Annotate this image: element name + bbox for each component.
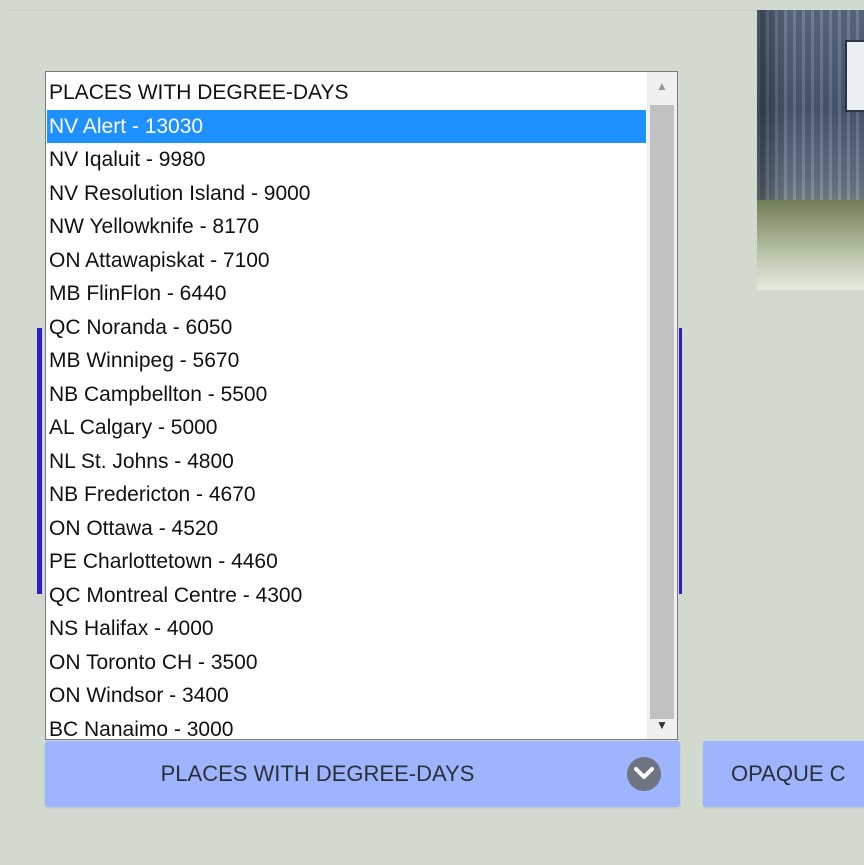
opaque-select-label: OPAQUE C bbox=[731, 761, 846, 786]
list-item[interactable]: PLACES WITH DEGREE-DAYS bbox=[47, 76, 646, 110]
list-item[interactable]: PE Charlottetown - 4460 bbox=[47, 545, 646, 579]
list-item[interactable]: NB Fredericton - 4670 bbox=[47, 478, 646, 512]
list-item[interactable]: ON Ottawa - 4520 bbox=[47, 512, 646, 546]
list-item[interactable]: BC Nanaimo - 3000 bbox=[47, 713, 646, 740]
page: PLACES WITH DEGREE-DAYS NV Alert - 13030… bbox=[0, 0, 864, 865]
container-window bbox=[845, 40, 864, 112]
list-item[interactable]: NV Iqaluit - 9980 bbox=[47, 143, 646, 177]
list-item[interactable]: QC Noranda - 6050 bbox=[47, 311, 646, 345]
accent-line-left bbox=[37, 328, 42, 594]
photo-ground bbox=[757, 200, 864, 290]
list-item[interactable]: NW Yellowknife - 8170 bbox=[47, 210, 646, 244]
scroll-up-arrow-icon[interactable]: ▲ bbox=[647, 72, 677, 100]
list-item[interactable]: NV Resolution Island - 9000 bbox=[47, 177, 646, 211]
list-item[interactable]: NL St. Johns - 4800 bbox=[47, 445, 646, 479]
places-select-button[interactable]: PLACES WITH DEGREE-DAYS bbox=[45, 741, 680, 807]
degree-days-listbox[interactable]: PLACES WITH DEGREE-DAYS NV Alert - 13030… bbox=[45, 71, 678, 740]
list-item[interactable]: AL Calgary - 5000 bbox=[47, 411, 646, 445]
degree-days-list: PLACES WITH DEGREE-DAYS NV Alert - 13030… bbox=[47, 76, 646, 740]
places-select-label: PLACES WITH DEGREE-DAYS bbox=[160, 761, 475, 786]
list-item-selected[interactable]: NV Alert - 13030 bbox=[47, 109, 646, 143]
list-item[interactable]: ON Toronto CH - 3500 bbox=[47, 646, 646, 680]
list-item[interactable]: ON Attawapiskat - 7100 bbox=[47, 244, 646, 278]
list-item[interactable]: NS Halifax - 4000 bbox=[47, 612, 646, 646]
listbox-scrollbar[interactable]: ▲ ▼ bbox=[647, 72, 677, 739]
opaque-select-button[interactable]: OPAQUE C bbox=[703, 741, 864, 807]
list-item[interactable]: NB Campbellton - 5500 bbox=[47, 378, 646, 412]
list-item[interactable]: ON Windsor - 3400 bbox=[47, 679, 646, 713]
scroll-down-arrow-icon[interactable]: ▼ bbox=[647, 711, 677, 739]
list-item[interactable]: MB Winnipeg - 5670 bbox=[47, 344, 646, 378]
chevron-down-icon[interactable] bbox=[627, 757, 661, 791]
accent-line-right bbox=[679, 328, 682, 594]
list-item[interactable]: QC Montreal Centre - 4300 bbox=[47, 579, 646, 613]
list-item[interactable]: MB FlinFlon - 6440 bbox=[47, 277, 646, 311]
container-photo bbox=[757, 10, 864, 290]
scroll-thumb[interactable] bbox=[650, 105, 674, 719]
